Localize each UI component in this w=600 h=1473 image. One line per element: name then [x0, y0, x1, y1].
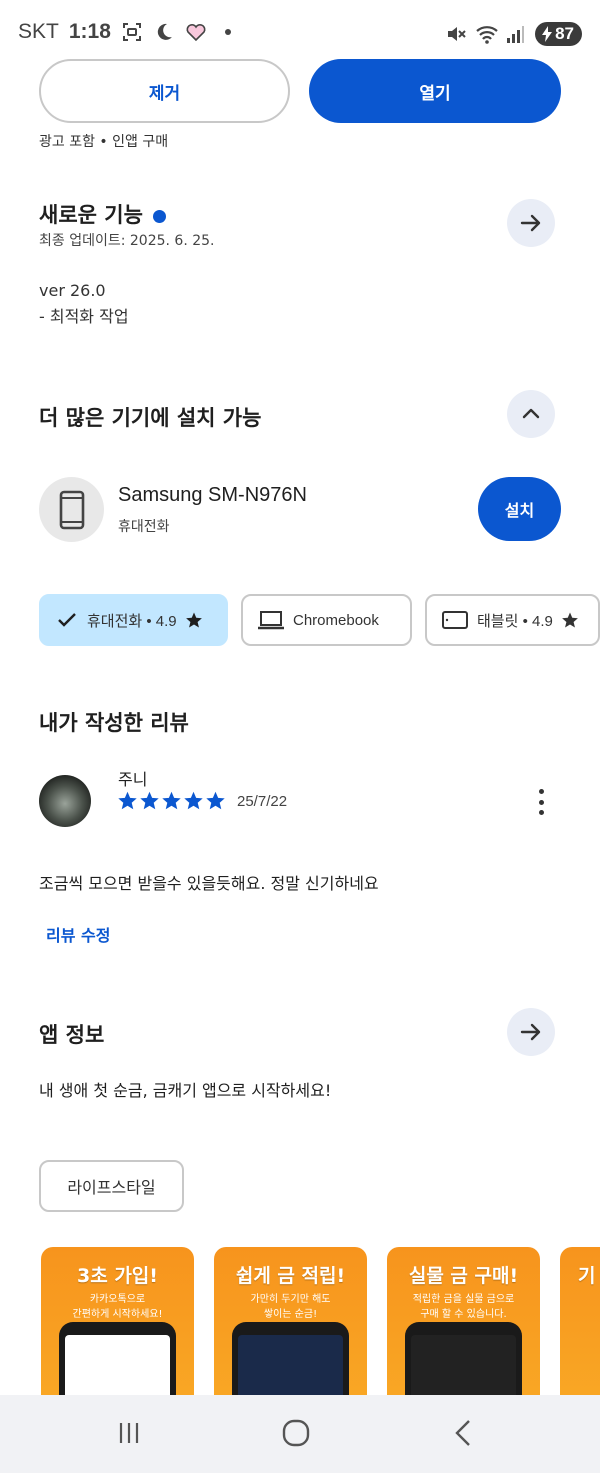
- screenshot-caption-line: 가만히 두기만 해도: [250, 1294, 331, 1305]
- new-indicator-dot: [152, 209, 166, 223]
- whats-new-title: 새로운 기능: [39, 203, 143, 227]
- app-info-title: 앱 정보: [39, 1023, 105, 1047]
- screenshot-caption: 카카오톡으로 간편하게 시작하세요!: [41, 1292, 194, 1322]
- clock: 1:18: [68, 20, 111, 43]
- kebab-dot: [538, 810, 544, 815]
- mute-icon: [445, 23, 467, 45]
- app-description: 내 생애 첫 순금, 금캐기 앱으로 시작하세요!: [39, 1081, 332, 1100]
- screenshot-thumbnail[interactable]: 3초 가입! 카카오톡으로 간편하게 시작하세요!: [41, 1247, 194, 1407]
- reviewer-avatar: [39, 775, 91, 827]
- rating-stars: [117, 790, 226, 811]
- recent-apps-icon: [119, 1423, 139, 1443]
- arrow-right-icon: [520, 1023, 541, 1041]
- back-icon: [455, 1420, 470, 1446]
- reviewer-name: 주니: [118, 770, 148, 789]
- battery-level: 87: [555, 24, 574, 43]
- home-button[interactable]: [276, 1415, 316, 1451]
- screenshot-caption: 가만히 두기만 해도 쌓이는 순금!: [214, 1292, 367, 1322]
- install-button[interactable]: 설치: [478, 477, 561, 541]
- version-text: ver 26.0: [39, 281, 106, 300]
- screenshot-caption: 적립한 금을 실물 금으로 구매 할 수 있습니다.: [387, 1292, 540, 1322]
- screenshot-caption-line: 구매 할 수 있습니다.: [420, 1309, 507, 1320]
- release-notes: ver 26.0 - 최적화 작업: [39, 278, 129, 330]
- recent-apps-button[interactable]: [109, 1415, 149, 1451]
- wifi-icon: [475, 23, 498, 45]
- signal-icon: [505, 23, 527, 45]
- chip-tablet[interactable]: 태블릿 • 4.9: [425, 594, 600, 646]
- last-updated: 최종 업데이트: 2025. 6. 25.: [39, 233, 215, 249]
- star-icon: [185, 612, 202, 628]
- device-type: 휴대전화: [118, 519, 170, 535]
- chevron-up-icon: [522, 408, 540, 419]
- laptop-icon: [258, 611, 284, 630]
- screenshot-icon: [121, 21, 143, 43]
- chip-chromebook-label: Chromebook: [293, 611, 379, 629]
- screenshot-heading: 기: [578, 1265, 596, 1287]
- whats-new-arrow-button[interactable]: [507, 199, 555, 247]
- more-devices-title: 더 많은 기기에 설치 가능: [39, 406, 262, 430]
- app-info-arrow-button[interactable]: [507, 1008, 555, 1056]
- screenshot-caption-line: 간편하게 시작하세요!: [72, 1309, 163, 1320]
- more-options-button[interactable]: [528, 786, 554, 818]
- kebab-dot: [538, 799, 544, 805]
- screenshot-heading: 실물 금 구매!: [408, 1265, 519, 1287]
- collapse-button[interactable]: [507, 390, 555, 438]
- screenshot-caption-line: 카카오톡으로: [89, 1294, 146, 1305]
- star-icon: [184, 791, 203, 810]
- device-avatar: [39, 477, 104, 542]
- back-button[interactable]: [444, 1415, 484, 1451]
- star-icon: [162, 791, 181, 810]
- moon-icon: [153, 21, 175, 43]
- category-tag[interactable]: 라이프스타일: [39, 1160, 184, 1212]
- review-date: 25/7/22: [237, 793, 288, 810]
- open-button[interactable]: 열기: [309, 59, 561, 123]
- chip-tablet-label: 태블릿 • 4.9: [477, 612, 553, 630]
- chip-phone[interactable]: 휴대전화 • 4.9: [39, 594, 228, 646]
- carrier-label: SKT: [18, 20, 59, 43]
- star-icon: [140, 791, 159, 810]
- edit-review-link[interactable]: 리뷰 수정: [46, 922, 110, 946]
- chip-chromebook[interactable]: Chromebook: [241, 594, 412, 646]
- release-notes-text: - 최적화 작업: [39, 307, 129, 326]
- star-icon: [561, 612, 578, 628]
- screenshot-thumbnail[interactable]: 실물 금 구매! 적립한 금을 실물 금으로 구매 할 수 있습니다.: [387, 1247, 540, 1407]
- screenshot-heading: 쉽게 금 적립!: [235, 1265, 346, 1287]
- check-icon: [58, 613, 76, 627]
- whats-new-header[interactable]: 새로운 기능: [39, 199, 166, 229]
- screenshot-caption-line: 적립한 금을 실물 금으로: [412, 1294, 515, 1305]
- battery-indicator: 87: [535, 22, 582, 46]
- star-icon: [206, 791, 225, 810]
- device-name: Samsung SM-N976N: [118, 484, 307, 506]
- screenshot-thumbnail[interactable]: 기: [560, 1247, 600, 1407]
- screenshot-heading: 3초 가입!: [77, 1265, 158, 1287]
- notification-dot-icon: [217, 21, 239, 43]
- my-review-title: 내가 작성한 리뷰: [39, 711, 189, 735]
- kebab-dot: [538, 789, 544, 794]
- heart-icon: [185, 21, 207, 43]
- arrow-right-icon: [520, 214, 541, 232]
- system-nav-bar: [0, 1395, 600, 1473]
- ads-inapp-note: 광고 포함 • 인앱 구매: [39, 134, 169, 150]
- home-icon: [282, 1419, 310, 1447]
- review-text: 조금씩 모으면 받을수 있을듯해요. 정말 신기하네요: [39, 874, 379, 893]
- screenshot-caption-line: 쌓이는 순금!: [263, 1309, 318, 1320]
- chip-phone-label: 휴대전화 • 4.9: [87, 612, 177, 630]
- star-icon: [118, 791, 137, 810]
- screenshot-thumbnail[interactable]: 쉽게 금 적립! 가만히 두기만 해도 쌓이는 순금!: [214, 1247, 367, 1407]
- tablet-icon: [442, 611, 468, 629]
- remove-button[interactable]: 제거: [39, 59, 290, 123]
- phone-icon: [59, 490, 84, 529]
